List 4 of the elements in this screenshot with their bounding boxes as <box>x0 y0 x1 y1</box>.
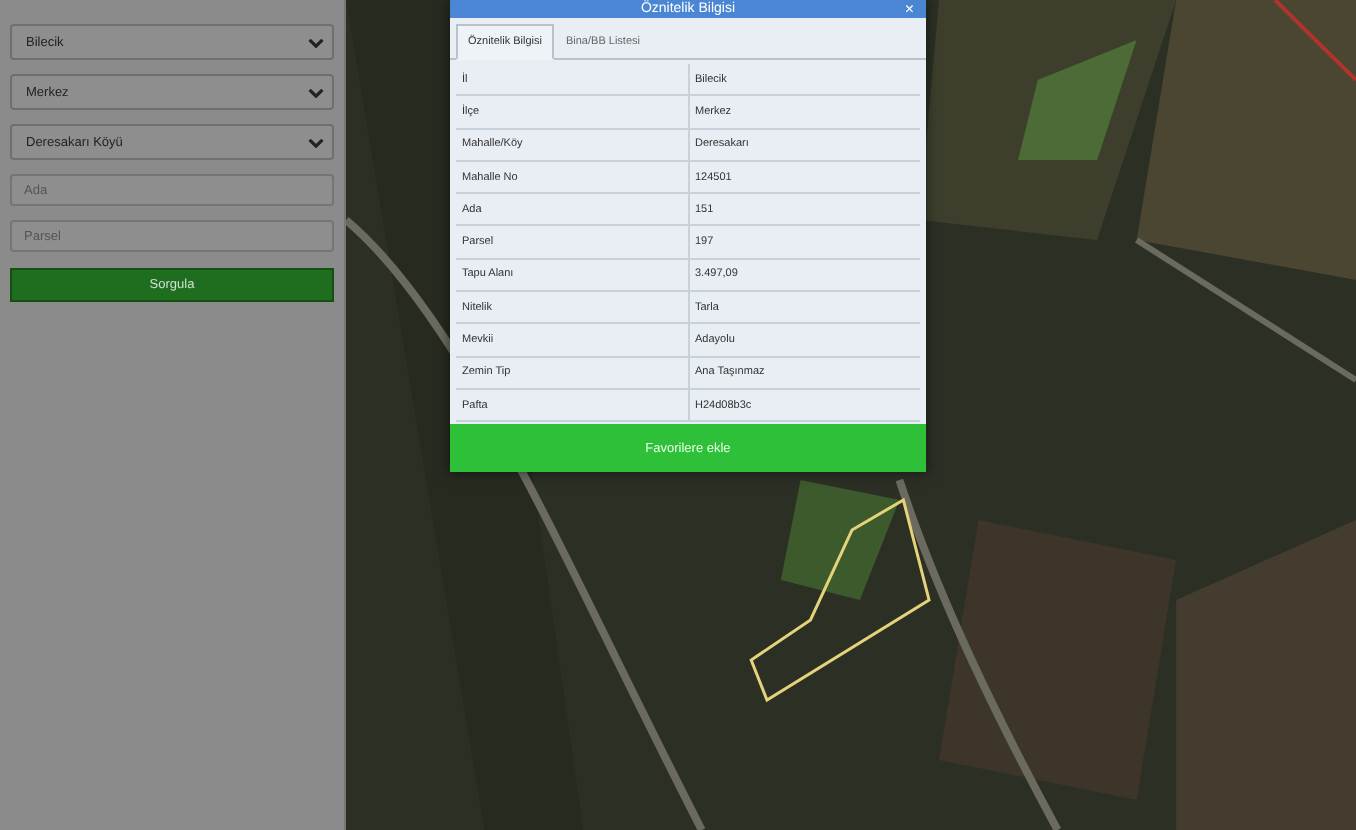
chevron-down-icon <box>308 87 324 97</box>
chevron-down-icon <box>308 37 324 47</box>
chevron-down-icon <box>308 137 324 147</box>
close-button[interactable]: × <box>904 0 914 18</box>
